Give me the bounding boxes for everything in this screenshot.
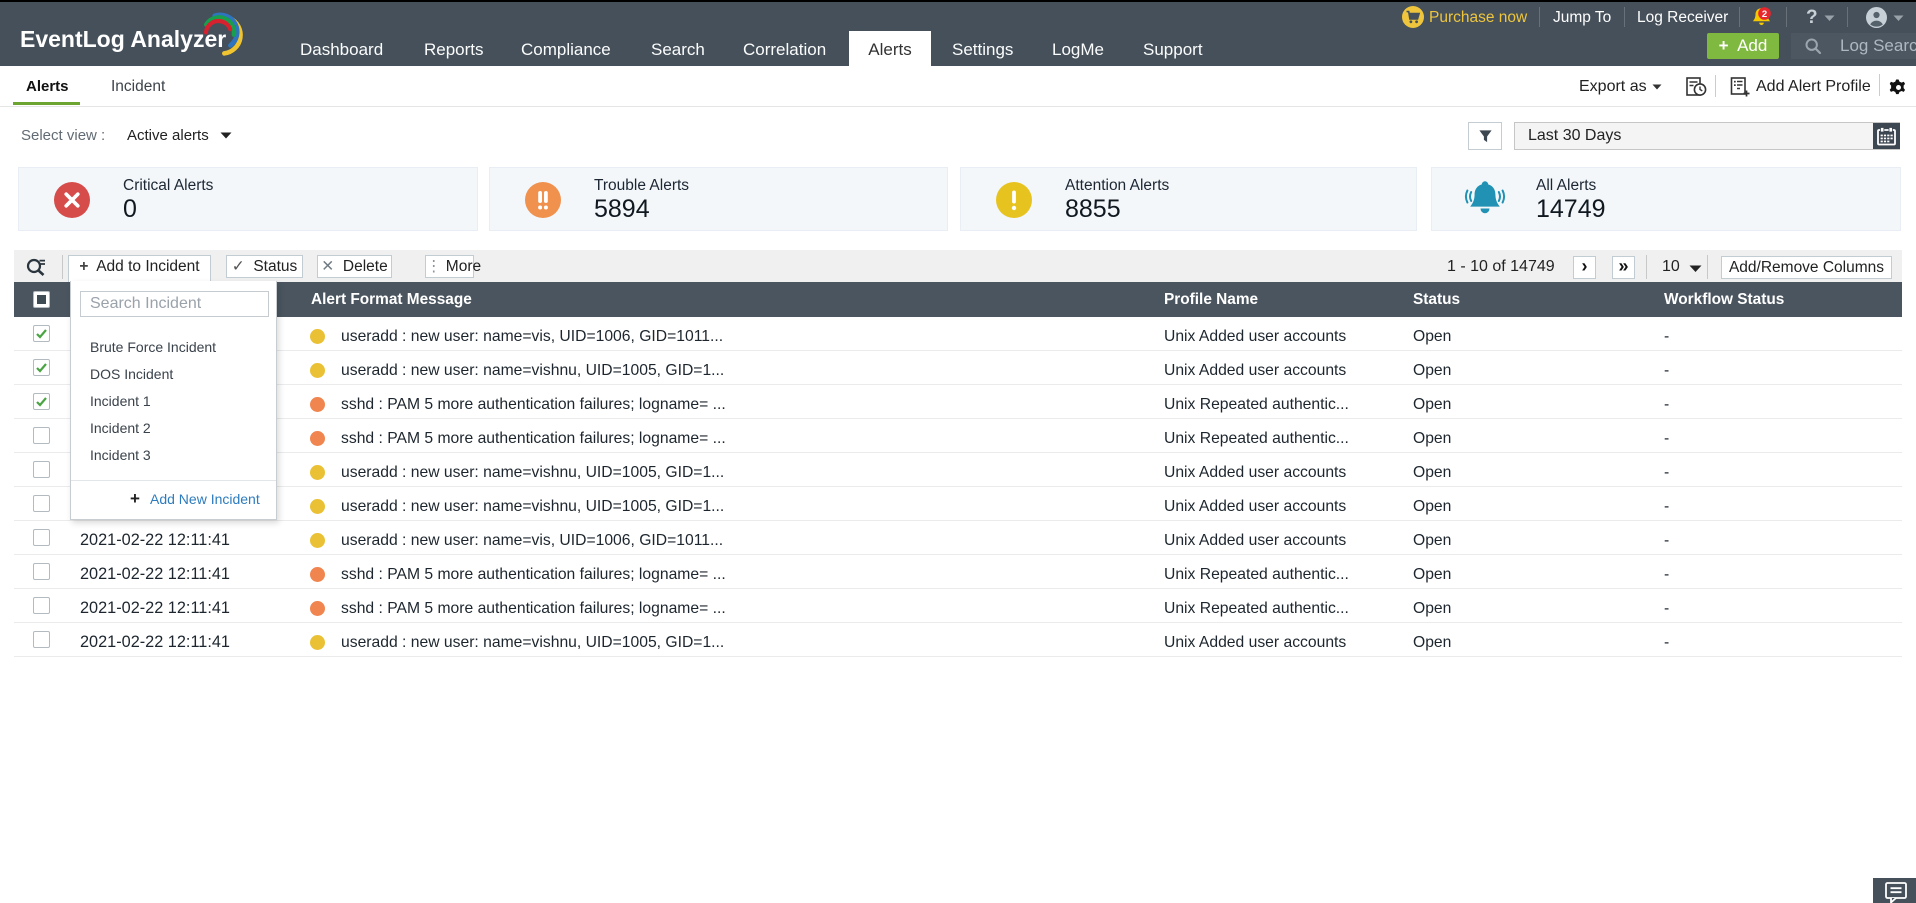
svg-text:2: 2 xyxy=(1762,9,1767,20)
